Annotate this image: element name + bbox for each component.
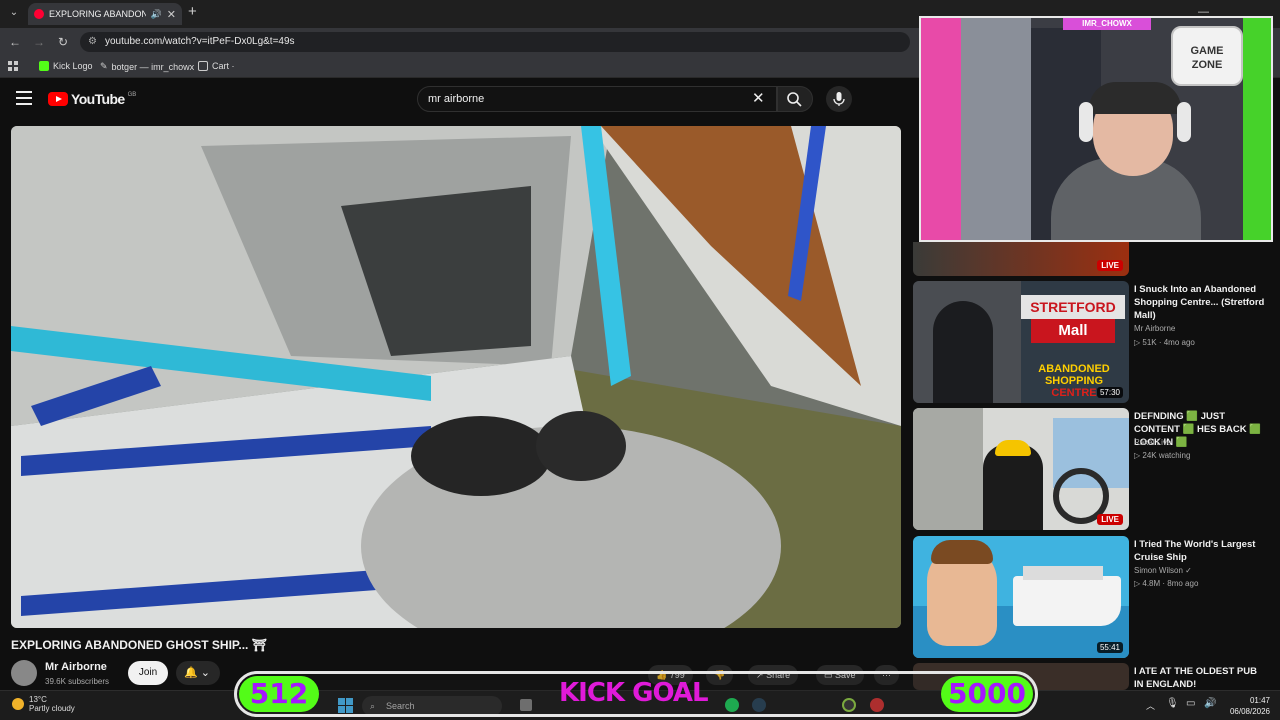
thumb-text-line: ABANDONED — [1038, 363, 1110, 375]
clock-date: 06/08/2026 — [1229, 707, 1270, 716]
volume-icon[interactable]: 🔊 — [1204, 698, 1216, 709]
webcam-overlay: IMR_CHOWX GAME ZONE — [919, 16, 1273, 242]
notification-bell-button[interactable]: 🔔 ⌄ — [176, 661, 220, 685]
recommendation-thumbnail[interactable]: LIVE — [913, 408, 1129, 530]
kick-goal-label: KICK GOAL — [559, 678, 709, 708]
game-zone-sign: GAME ZONE — [1171, 26, 1243, 86]
join-button[interactable]: Join — [128, 661, 168, 685]
search-button[interactable] — [777, 86, 813, 112]
sign-line: GAME — [1190, 45, 1224, 57]
bookmark-cart[interactable]: Cart · — [198, 61, 235, 71]
youtube-region-code: GB — [127, 92, 137, 98]
new-tab-button[interactable]: + — [188, 3, 197, 20]
system-clock[interactable]: 01:47 06/08/2026 — [1230, 695, 1270, 717]
cart-icon — [198, 61, 208, 71]
recommendation-item[interactable]: STRETFORD Mall ABANDONED SHOPPING CENTRE… — [913, 281, 1273, 403]
youtube-logo-text: YouTube — [71, 91, 125, 107]
recommendation-title[interactable]: I Snuck Into an Abandoned Shopping Centr… — [1134, 283, 1269, 322]
thumb-text: Mall — [1031, 319, 1115, 343]
duration-badge: 57:30 — [1096, 387, 1123, 398]
tab-search-icon[interactable]: ⌄ — [6, 5, 22, 21]
thumb-text: STRETFORD — [1021, 295, 1125, 319]
bookmark-label: Kick Logo — [53, 61, 93, 71]
weather-widget[interactable]: 13°C Partly cloudy — [12, 695, 75, 713]
search-query: mr airborne — [428, 93, 485, 105]
recommendation-thumbnail[interactable]: 55:41 — [913, 536, 1129, 658]
clock-time: 01:47 — [1249, 696, 1270, 705]
live-badge: LIVE — [1097, 260, 1123, 271]
streamer-cap — [1089, 82, 1181, 114]
browser-tab-active[interactable]: EXPLORING ABANDONED G 🔊 ✕ — [28, 3, 182, 25]
pink-wall-light — [921, 18, 961, 240]
streamer-name-label: IMR_CHOWX — [1063, 18, 1151, 30]
weather-temperature: 13°C — [29, 695, 47, 704]
close-tab-icon[interactable]: ✕ — [167, 8, 176, 21]
recommendation-meta: ▷ 4.8M · 8mo ago — [1134, 579, 1199, 588]
network-icon[interactable]: ▭ — [1186, 698, 1195, 709]
search-input[interactable]: mr airborne — [417, 86, 777, 112]
bookmark-botger[interactable]: ✎ botger — imr_chowx — [100, 61, 194, 72]
search-icon — [787, 92, 802, 107]
channel-name[interactable]: Mr Airborne — [45, 661, 107, 673]
bell-icon: 🔔 — [184, 667, 198, 679]
chevron-down-icon: ⌄ — [200, 667, 210, 679]
video-frame — [11, 126, 901, 628]
back-button[interactable]: ← — [6, 33, 24, 51]
tab-title: EXPLORING ABANDONED G — [49, 9, 146, 19]
green-screen — [1243, 18, 1271, 240]
recommendation-channel[interactable]: Simon Wilson ✓ — [1134, 566, 1192, 575]
tray-chevron-icon[interactable]: ︿ — [1146, 699, 1155, 712]
apps-grid-icon[interactable] — [8, 61, 18, 71]
microphone-tray-icon[interactable]: 🎙 — [1166, 698, 1179, 709]
recommendation-item[interactable]: 55:41 I Tried The World's Largest Cruise… — [913, 536, 1273, 658]
recommendation-meta: ▷ 24K watching — [1134, 451, 1191, 460]
forward-button[interactable]: → — [30, 33, 48, 51]
video-player[interactable] — [11, 126, 901, 628]
recommendation-item[interactable]: LIVE DEFNDING 🟩 JUST CONTENT 🟩 HES BACK … — [913, 408, 1273, 530]
weather-icon — [12, 698, 24, 710]
recommendation-channel[interactable]: Mr Airborne — [1134, 324, 1175, 333]
speaker-icon[interactable]: 🔊 — [151, 9, 162, 20]
headphone-left — [1079, 102, 1093, 142]
live-badge: LIVE — [1097, 514, 1123, 525]
youtube-play-logo-icon — [48, 92, 68, 106]
clear-search-icon[interactable]: ✕ — [752, 89, 765, 107]
youtube-favicon-icon — [34, 9, 44, 19]
link-icon: ✎ — [100, 61, 108, 71]
reload-button[interactable]: ↻ — [54, 33, 72, 51]
menu-hamburger-icon[interactable] — [16, 91, 32, 105]
bookmark-label: Cart · — [212, 61, 235, 71]
youtube-logo[interactable]: YouTube GB — [48, 91, 136, 107]
recommendation-title[interactable]: I Tried The World's Largest Cruise Ship — [1134, 538, 1269, 564]
url-text: youtube.com/watch?v=itPeF-Dx0Lg&t=49s — [105, 36, 295, 47]
video-title: EXPLORING ABANDONED GHOST SHIP... ⛩ — [11, 638, 267, 652]
kick-goal-current: 512 — [239, 676, 319, 712]
thumb-text-line: SHOPPING — [1044, 375, 1104, 387]
address-bar[interactable]: ⚙ youtube.com/watch?v=itPeF-Dx0Lg&t=49s — [80, 32, 910, 52]
voice-search-button[interactable] — [826, 86, 852, 112]
kick-icon — [39, 61, 49, 71]
bookmark-kick-logo[interactable]: Kick Logo — [39, 61, 93, 71]
sign-line: ZONE — [1191, 59, 1223, 71]
duration-badge: 55:41 — [1096, 642, 1123, 653]
headphone-right — [1177, 102, 1191, 142]
recommendation-title[interactable]: I ATE AT THE OLDEST PUB IN ENGLAND! — [1134, 665, 1269, 691]
weather-condition: Partly cloudy — [29, 704, 75, 713]
recommendation-thumbnail-partial[interactable]: LIVE — [913, 242, 1129, 276]
kick-goal-target: 5000 — [941, 676, 1033, 712]
subscriber-count: 39.6K subscribers — [45, 677, 110, 686]
curtain — [961, 18, 1031, 240]
recommendation-channel[interactable]: Rakai Live — [1134, 438, 1171, 447]
microphone-icon — [833, 92, 845, 106]
kick-goal-overlay: 512 KICK GOAL 5000 — [234, 671, 1038, 717]
site-info-icon[interactable]: ⚙ — [88, 32, 97, 52]
recommendation-thumbnail[interactable]: STRETFORD Mall ABANDONED SHOPPING CENTRE… — [913, 281, 1129, 403]
channel-avatar[interactable] — [11, 660, 37, 686]
bookmark-label: botger — imr_chowx — [111, 61, 195, 72]
recommendation-meta: ▷ 51K · 4mo ago — [1134, 338, 1195, 347]
